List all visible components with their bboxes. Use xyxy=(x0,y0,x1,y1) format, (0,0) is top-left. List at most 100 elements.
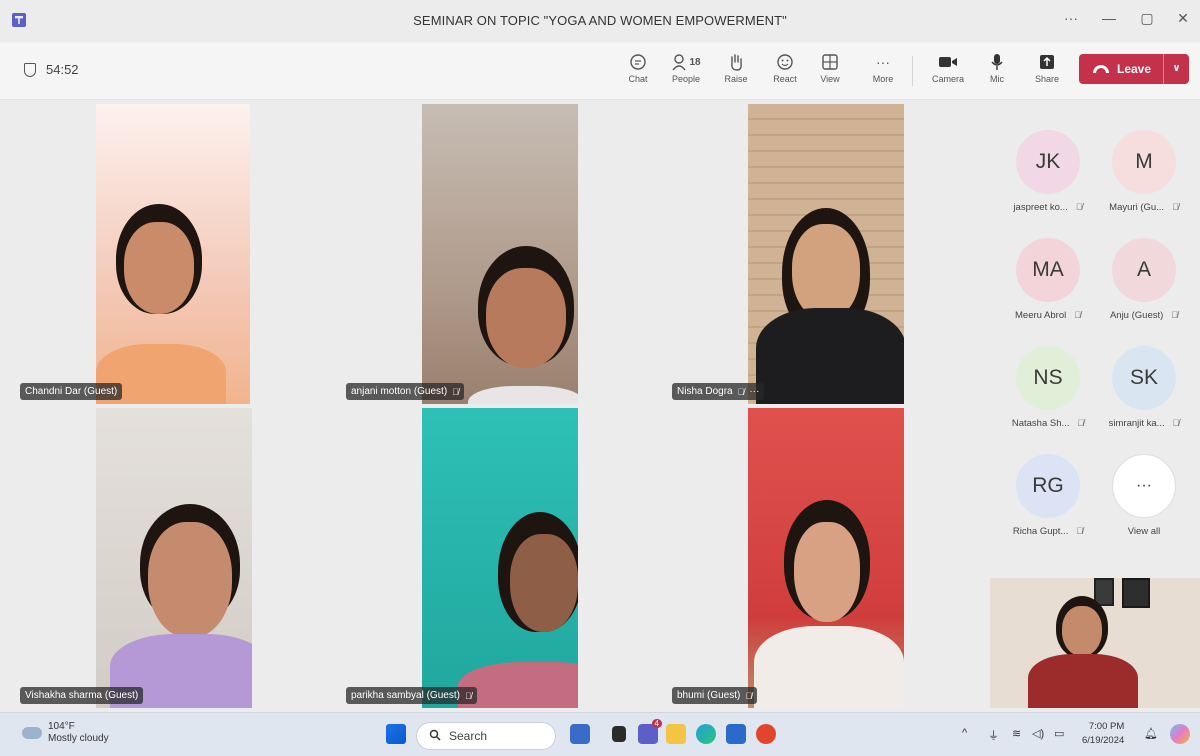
mic-muted-icon: 🎙̸ xyxy=(745,690,753,701)
shield-icon xyxy=(24,62,36,77)
participant-tile[interactable]: Vishakha sharma (Guest) xyxy=(20,408,252,708)
view-all-button[interactable]: ··· View all xyxy=(1096,454,1192,537)
close-button[interactable]: ✕ xyxy=(1172,10,1194,27)
weather-temperature: 104°F xyxy=(48,721,75,732)
avatar: RG xyxy=(1016,454,1080,518)
avatar: A xyxy=(1112,238,1176,302)
participant-name-tag: Chandni Dar (Guest) xyxy=(20,383,123,400)
usb-icon[interactable]: ⏚ xyxy=(988,727,999,743)
mic-muted-icon: 🎙̸ xyxy=(464,690,472,701)
microphone-icon xyxy=(990,50,1004,74)
participant-name: parikha sambyal (Guest) xyxy=(351,690,460,701)
bell-icon[interactable]: 🔔︎ xyxy=(1144,727,1158,740)
more-label: More xyxy=(872,74,894,84)
chat-button[interactable]: Chat xyxy=(618,50,658,94)
mic-muted-icon: 🎙̸ xyxy=(1171,310,1179,320)
share-button[interactable]: Share xyxy=(1027,50,1067,94)
windows-start-icon[interactable] xyxy=(386,724,406,744)
participant-name-tag: parikha sambyal (Guest) 🎙̸ xyxy=(346,687,477,704)
copilot-icon[interactable] xyxy=(1170,724,1190,744)
participant-tile[interactable]: anjani motton (Guest) 🎙̸ xyxy=(346,104,578,404)
roster-name: jaspreet ko... xyxy=(1013,202,1068,213)
avatar: MA xyxy=(1016,238,1080,302)
mic-label: Mic xyxy=(990,74,1004,84)
file-explorer-icon[interactable] xyxy=(666,724,686,744)
mic-muted-icon: 🎙̸ xyxy=(1074,310,1081,320)
more-options-icon[interactable]: ··· xyxy=(749,386,759,397)
cloud-icon xyxy=(22,727,42,739)
system-clock[interactable]: 7:00 PM 6/19/2024 xyxy=(1082,720,1124,748)
people-button[interactable]: 18 People xyxy=(666,50,706,94)
people-icon xyxy=(672,54,686,71)
self-view-video[interactable] xyxy=(990,578,1200,708)
edge-browser-icon[interactable] xyxy=(696,724,716,744)
wifi-icon[interactable]: ≋ xyxy=(1012,727,1021,740)
view-label: View xyxy=(820,74,840,84)
roster-person[interactable]: A Anju (Guest) 🎙̸ xyxy=(1096,238,1192,321)
title-bar: SEMINAR ON TOPIC "YOGA AND WOMEN EMPOWER… xyxy=(0,0,1200,42)
mic-button[interactable]: Mic xyxy=(977,50,1017,94)
roster-person[interactable]: M Mayuri (Gu... 🎙̸ xyxy=(1096,130,1192,213)
ellipsis-icon: ··· xyxy=(1112,454,1176,518)
people-label: People xyxy=(671,74,701,84)
roster-person[interactable]: NS Natasha Sh... 🎙̸ xyxy=(1000,346,1096,429)
video-stage: Chandni Dar (Guest) anjani motton (Guest… xyxy=(0,100,980,708)
os-taskbar: 104°F Mostly cloudy Search 4 ^ ⏚ ≋ ◁) ▭ … xyxy=(0,712,1200,756)
minimize-button[interactable]: — xyxy=(1098,10,1120,26)
taskbar-search[interactable]: Search xyxy=(416,722,556,750)
hand-icon xyxy=(728,50,744,74)
participant-roster: JK jaspreet ko... 🎙̸ M Mayuri (Gu... 🎙̸ MA… xyxy=(990,120,1200,560)
mic-muted-icon: 🎙̸ xyxy=(1172,418,1180,428)
meeting-toolbar: 54:52 Chat 18 People Raise React View ··… xyxy=(0,42,1200,100)
participant-tile[interactable]: Chandni Dar (Guest) xyxy=(20,104,250,404)
raise-hand-button[interactable]: Raise xyxy=(716,50,756,94)
participant-name-tag: bhumi (Guest) 🎙̸ xyxy=(672,687,758,704)
chevron-up-icon[interactable]: ^ xyxy=(962,727,967,739)
roster-person[interactable]: JK jaspreet ko... 🎙̸ xyxy=(1000,130,1096,213)
mic-muted-icon: 🎙̸ xyxy=(1172,202,1179,212)
roster-person[interactable]: MA Meeru Abrol 🎙̸ xyxy=(1000,238,1096,321)
raise-label: Raise xyxy=(724,74,748,84)
phone-hangup-icon xyxy=(1093,65,1109,73)
battery-icon[interactable]: ▭ xyxy=(1054,727,1064,740)
react-button[interactable]: React xyxy=(765,50,805,94)
camera-button[interactable]: Camera xyxy=(928,50,968,94)
search-icon xyxy=(429,729,441,744)
mic-muted-icon: 🎙̸ xyxy=(737,386,745,397)
share-label: Share xyxy=(1034,74,1060,84)
app-icon[interactable] xyxy=(612,726,626,742)
roster-person[interactable]: SK simranjit ka... 🎙̸ xyxy=(1096,346,1192,429)
toolbar-divider xyxy=(912,56,913,86)
weather-description: Mostly cloudy xyxy=(48,733,109,744)
volume-icon[interactable]: ◁) xyxy=(1032,727,1044,740)
leave-button[interactable]: Leave ∨ xyxy=(1079,54,1189,84)
more-button[interactable]: ··· More xyxy=(863,50,903,94)
chat-icon xyxy=(629,50,647,74)
clock-time: 7:00 PM xyxy=(1088,721,1125,732)
participant-tile[interactable]: parikha sambyal (Guest) 🎙̸ xyxy=(346,408,578,708)
app-icon[interactable] xyxy=(570,724,590,744)
roster-name: Meeru Abrol xyxy=(1015,310,1067,321)
teams-icon[interactable]: 4 xyxy=(638,719,662,744)
view-button[interactable]: View xyxy=(810,50,850,94)
smiley-icon xyxy=(776,50,794,74)
chevron-down-icon[interactable]: ∨ xyxy=(1163,54,1189,84)
roster-person[interactable]: RG Richa Gupt... 🎙̸ xyxy=(1000,454,1096,537)
browser-icon[interactable] xyxy=(756,724,776,744)
participant-tile[interactable]: bhumi (Guest) 🎙̸ xyxy=(672,408,904,708)
leave-label: Leave xyxy=(1117,62,1152,76)
roster-name: Anju (Guest) xyxy=(1109,310,1164,321)
meeting-timer: 54:52 xyxy=(24,62,79,77)
share-icon xyxy=(1039,50,1055,74)
participant-name-tag: Nisha Dogra 🎙̸ ··· xyxy=(672,383,765,400)
window-title: SEMINAR ON TOPIC "YOGA AND WOMEN EMPOWER… xyxy=(413,13,787,28)
roster-name: Mayuri (Gu... xyxy=(1109,202,1165,213)
people-count: 18 xyxy=(689,56,701,68)
store-icon[interactable] xyxy=(726,724,746,744)
participant-tile[interactable]: Nisha Dogra 🎙̸ ··· xyxy=(672,104,904,404)
roster-name: Richa Gupt... xyxy=(1012,526,1069,537)
weather-widget[interactable]: 104°F Mostly cloudy xyxy=(22,721,109,745)
window-more-button[interactable]: ··· xyxy=(1060,10,1082,26)
chat-label: Chat xyxy=(628,74,648,84)
restore-button[interactable]: ▢ xyxy=(1136,10,1158,27)
